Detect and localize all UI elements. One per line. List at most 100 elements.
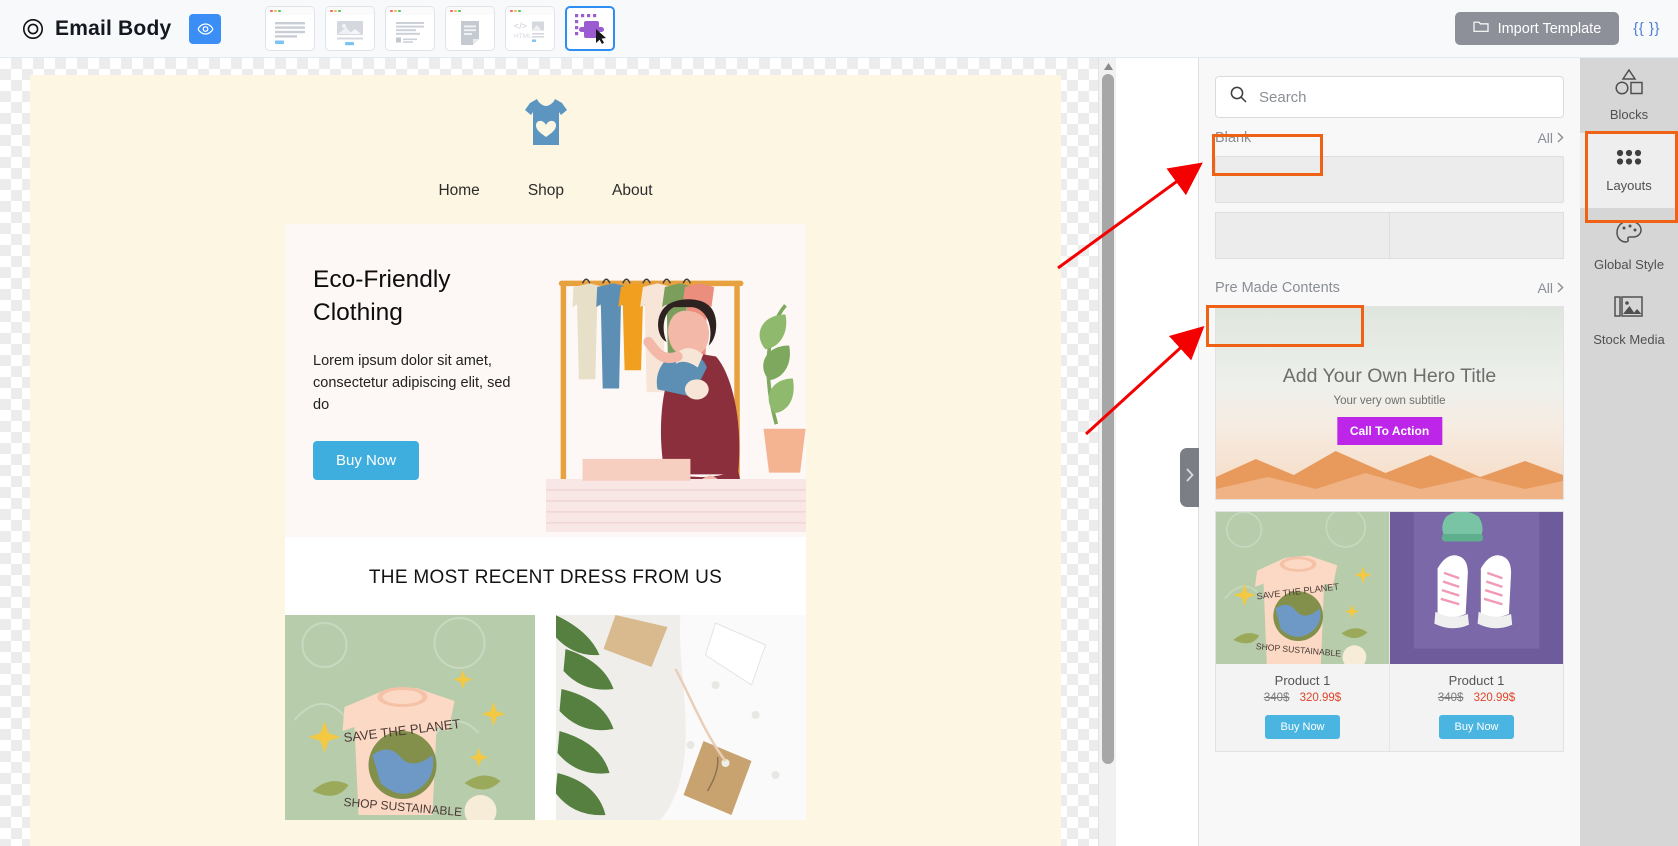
email-section-title: THE MOST RECENT DRESS FROM US: [285, 537, 806, 615]
email-canvas[interactable]: Home Shop About Eco-Friendly Clothing Lo…: [0, 58, 1098, 846]
grid-dots-icon: [1615, 148, 1643, 171]
hero-text-column: Eco-Friendly Clothing Lorem ipsum dolor …: [285, 224, 546, 537]
panel-search-area: [1199, 58, 1580, 118]
topbar-actions: Import Template {{ }}: [1454, 12, 1678, 45]
layout-column-right: [1389, 212, 1564, 259]
product-buy-now-button[interactable]: Buy Now: [1265, 715, 1340, 739]
svg-text:HTML: HTML: [514, 33, 532, 40]
target-circles-icon: [22, 18, 44, 40]
tshirt-heart-logo: [517, 95, 575, 156]
block-tool-group: </> HTML: [265, 6, 616, 51]
tool-rail: Blocks Layouts Global Style Stock Media: [1580, 58, 1678, 846]
layouts-panel: Blank All Pre Made Contents All: [1198, 58, 1580, 846]
brand-area: Email Body: [0, 13, 222, 44]
blank-section-title: Blank: [1215, 130, 1252, 146]
nav-item-shop[interactable]: Shop: [528, 182, 564, 200]
hero-heading: Eco-Friendly Clothing: [313, 266, 451, 326]
rail-item-global-style[interactable]: Global Style: [1580, 208, 1678, 283]
preview-toggle-button[interactable]: [189, 13, 222, 44]
caret-up-icon[interactable]: [1099, 58, 1117, 74]
rail-item-layouts[interactable]: Layouts: [1580, 133, 1678, 208]
page-title: Email Body: [55, 16, 172, 40]
save-the-planet-tshirt-photo[interactable]: SAVE THE PLANET SHOP SUSTAINABLE: [285, 615, 535, 820]
search-input[interactable]: [1259, 88, 1549, 106]
product-old-price: 340$: [1437, 692, 1464, 704]
folder-icon: [1472, 20, 1489, 37]
rail-label-global-style: Global Style: [1593, 257, 1665, 272]
white-shirt-tag-photo[interactable]: [556, 615, 806, 820]
premade-all-label: All: [1537, 280, 1553, 296]
hero-thumb-title: Add Your Own Hero Title: [1282, 365, 1497, 387]
nav-item-home[interactable]: Home: [438, 182, 479, 200]
hero-section[interactable]: Eco-Friendly Clothing Lorem ipsum dolor …: [285, 224, 806, 537]
blank-section-all-link[interactable]: All: [1537, 130, 1564, 146]
layout-two-column[interactable]: [1215, 212, 1564, 259]
drag-drop-block-tool[interactable]: [565, 6, 616, 51]
product-info-2: Product 1 340$ 320.99$ Buy Now: [1390, 664, 1563, 751]
purple-sneakers-card: [1390, 512, 1563, 664]
email-body-preview[interactable]: Home Shop About Eco-Friendly Clothing Lo…: [30, 75, 1061, 846]
product-prices: 340$ 320.99$: [1216, 692, 1389, 704]
image-block-tool[interactable]: [325, 6, 376, 51]
product-prices: 340$ 320.99$: [1390, 692, 1563, 704]
premade-section-all-link[interactable]: All: [1537, 280, 1564, 296]
layout-column-left: [1215, 212, 1389, 259]
email-logo[interactable]: [30, 75, 1061, 156]
import-template-label: Import Template: [1497, 20, 1602, 37]
product-old-price: 340$: [1263, 692, 1290, 704]
chevron-right-icon: [1185, 468, 1194, 487]
palette-icon: [1615, 219, 1643, 250]
hero-paragraph: Lorem ipsum dolor sit amet, consectetur …: [313, 352, 511, 413]
document-block-tool[interactable]: [445, 6, 496, 51]
panel-collapse-handle[interactable]: [1180, 448, 1199, 507]
hero-buy-now-button[interactable]: Buy Now: [313, 440, 420, 480]
text-block-tool[interactable]: [265, 6, 316, 51]
green-tshirt-card: SAVE THE PLANET SHOP SUSTAINABLE: [1216, 512, 1389, 664]
image-stack-icon: [1614, 294, 1644, 325]
rail-label-layouts: Layouts: [1606, 178, 1652, 193]
product-info-1: Product 1 340$ 320.99$ Buy Now: [1216, 664, 1389, 751]
canvas-scroll-thumb[interactable]: [1102, 74, 1114, 764]
search-icon: [1230, 86, 1247, 108]
mountain-graphic: [1216, 451, 1563, 499]
layout-one-column[interactable]: [1215, 156, 1564, 203]
blank-all-label: All: [1537, 130, 1553, 146]
rail-item-blocks[interactable]: Blocks: [1580, 58, 1678, 133]
product-new-price: 320.99$: [1299, 692, 1342, 704]
premade-products-card[interactable]: SAVE THE PLANET SHOP SUSTAINABLE Product…: [1215, 511, 1564, 752]
svg-text:</>: </>: [514, 21, 527, 31]
blank-section-header: Blank All: [1199, 118, 1580, 156]
rail-label-stock-media: Stock Media: [1593, 332, 1665, 347]
hero-illustration: [545, 224, 806, 537]
eye-icon: [197, 22, 214, 35]
product-column-2[interactable]: Product 1 340$ 320.99$ Buy Now: [1389, 512, 1563, 751]
chevron-right-icon: [1557, 130, 1564, 146]
product-column-1[interactable]: SAVE THE PLANET SHOP SUSTAINABLE Product…: [1216, 512, 1389, 751]
product-card-row: SAVE THE PLANET SHOP SUSTAINABLE Product…: [1216, 512, 1563, 751]
product-buy-now-button[interactable]: Buy Now: [1439, 715, 1514, 739]
chevron-right-icon: [1557, 280, 1564, 296]
canvas-scrollbar[interactable]: [1098, 58, 1116, 846]
hero-thumb-subtitle: Your very own subtitle: [1333, 395, 1446, 407]
hero-thumbnail: Add Your Own Hero Title Your very own su…: [1216, 307, 1563, 499]
top-toolbar: Email Body </> HTML Import Template {{}…: [0, 0, 1678, 58]
email-photo-row: SAVE THE PLANET SHOP SUSTAINABLE: [285, 615, 806, 820]
email-builder-app: Email Body </> HTML Import Template {{}…: [0, 0, 1678, 846]
nav-item-about[interactable]: About: [612, 182, 653, 200]
html-code-block-tool[interactable]: </> HTML: [505, 6, 556, 51]
premade-section-header: Pre Made Contents All: [1199, 268, 1580, 306]
search-box[interactable]: [1215, 76, 1564, 118]
shapes-icon: [1614, 68, 1644, 100]
product-name: Product 1: [1274, 673, 1331, 688]
import-template-button[interactable]: Import Template: [1454, 12, 1620, 45]
premade-hero-card[interactable]: Add Your Own Hero Title Your very own su…: [1215, 306, 1564, 500]
clothing-rack-illustration: [545, 250, 806, 533]
product-new-price: 320.99$: [1473, 692, 1516, 704]
rail-item-stock-media[interactable]: Stock Media: [1580, 283, 1678, 358]
product-name: Product 1: [1448, 673, 1505, 688]
merge-tag-button[interactable]: {{ }}: [1633, 20, 1660, 37]
text-list-block-tool[interactable]: [385, 6, 436, 51]
email-nav: Home Shop About: [30, 156, 1061, 224]
rail-label-blocks: Blocks: [1609, 107, 1649, 122]
premade-section-title: Pre Made Contents: [1215, 280, 1340, 296]
